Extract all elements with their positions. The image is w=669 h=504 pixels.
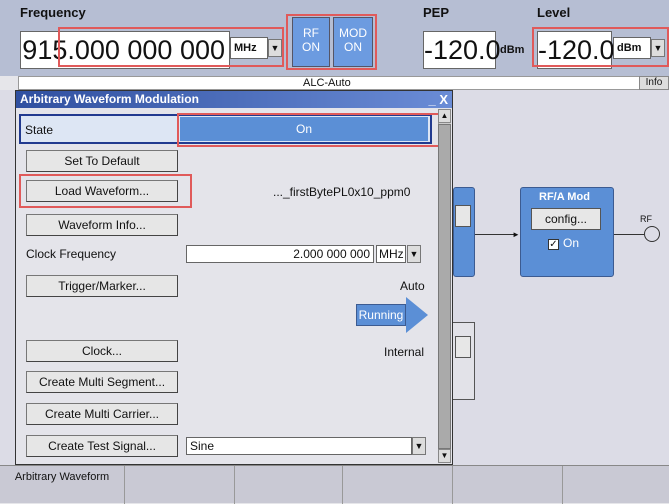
scroll-down-icon[interactable]: ▼: [438, 449, 451, 463]
running-indicator: Running: [356, 304, 406, 326]
scroll-thumb[interactable]: [438, 124, 451, 449]
rf-mod-on-checkbox[interactable]: ✓: [548, 239, 559, 250]
clock-frequency-input[interactable]: 2.000 000 000: [186, 245, 374, 263]
alc-status-bar: ALC-Auto: [18, 76, 669, 90]
test-signal-select[interactable]: Sine: [186, 437, 412, 455]
rf-out-line: [614, 234, 644, 235]
scroll-up-icon[interactable]: ▲: [438, 109, 451, 123]
frequency-label: Frequency: [20, 5, 86, 20]
alc-status: ALC-Auto: [303, 77, 351, 89]
info-button[interactable]: Info: [639, 76, 669, 90]
menu-slot-2[interactable]: [125, 466, 235, 504]
set-default-button[interactable]: Set To Default: [26, 150, 178, 172]
pep-value: -120.0: [423, 31, 501, 69]
clock-frequency-unit-select[interactable]: MHz: [376, 245, 406, 263]
rf-output-connector-icon[interactable]: [644, 226, 660, 242]
waveform-info-button[interactable]: Waveform Info...: [26, 214, 178, 236]
create-multi-segment-button[interactable]: Create Multi Segment...: [26, 371, 178, 393]
secondary-config-edge[interactable]: [455, 336, 471, 358]
rf-mod-config-button[interactable]: config...: [531, 208, 601, 230]
chevron-down-icon[interactable]: ▼: [407, 245, 421, 263]
dialog-scrollbar[interactable]: ▲ ▼: [438, 109, 451, 463]
menu-arbitrary-waveform[interactable]: Arbitrary Waveform: [0, 466, 125, 504]
rf-mod-highlight: [286, 14, 377, 70]
menu-slot-5[interactable]: [453, 466, 563, 504]
arb-waveform-dialog: Arbitrary Waveform Modulation _ X State …: [15, 90, 453, 465]
signal-line: [475, 234, 517, 235]
rf-mod-title: RF/A Mod: [539, 191, 590, 203]
create-test-signal-button[interactable]: Create Test Signal...: [26, 435, 178, 457]
baseband-block-edge[interactable]: [453, 187, 475, 277]
menu-slot-4[interactable]: [343, 466, 453, 504]
rf-mod-on-label: On: [563, 236, 580, 250]
clock-frequency-label: Clock Frequency: [26, 247, 117, 261]
frequency-highlight: [58, 27, 284, 67]
level-highlight: [532, 27, 669, 67]
pep-unit: dBm: [500, 44, 525, 56]
state-highlight: [177, 113, 441, 147]
create-multi-carrier-button[interactable]: Create Multi Carrier...: [26, 403, 178, 425]
menu-slot-3[interactable]: [235, 466, 343, 504]
rf-mod-block: RF/A Mod config... ✓ On: [520, 187, 614, 277]
state-label: State: [25, 123, 54, 137]
clock-button[interactable]: Clock...: [26, 340, 178, 362]
pep-label: PEP: [423, 5, 450, 20]
trigger-marker-button[interactable]: Trigger/Marker...: [26, 275, 178, 297]
arrow-right-icon: ►: [512, 230, 520, 239]
chevron-down-icon[interactable]: ▼: [412, 437, 426, 455]
trigger-mode-value: Auto: [400, 279, 425, 293]
rf-out-label: RF: [640, 214, 652, 224]
bottom-menu-bar: Arbitrary Waveform: [0, 465, 669, 504]
dialog-title: Arbitrary Waveform Modulation: [16, 91, 452, 108]
running-arrow-icon: [406, 297, 428, 333]
clock-source-value: Internal: [384, 345, 425, 359]
baseband-config-edge[interactable]: [455, 205, 471, 227]
menu-slot-6[interactable]: [563, 466, 669, 504]
close-icon[interactable]: _ X: [428, 91, 448, 108]
level-label: Level: [537, 5, 571, 20]
loaded-file-name: ..._firstBytePL0x10_ppm0: [273, 185, 411, 199]
load-waveform-highlight: [19, 174, 192, 208]
